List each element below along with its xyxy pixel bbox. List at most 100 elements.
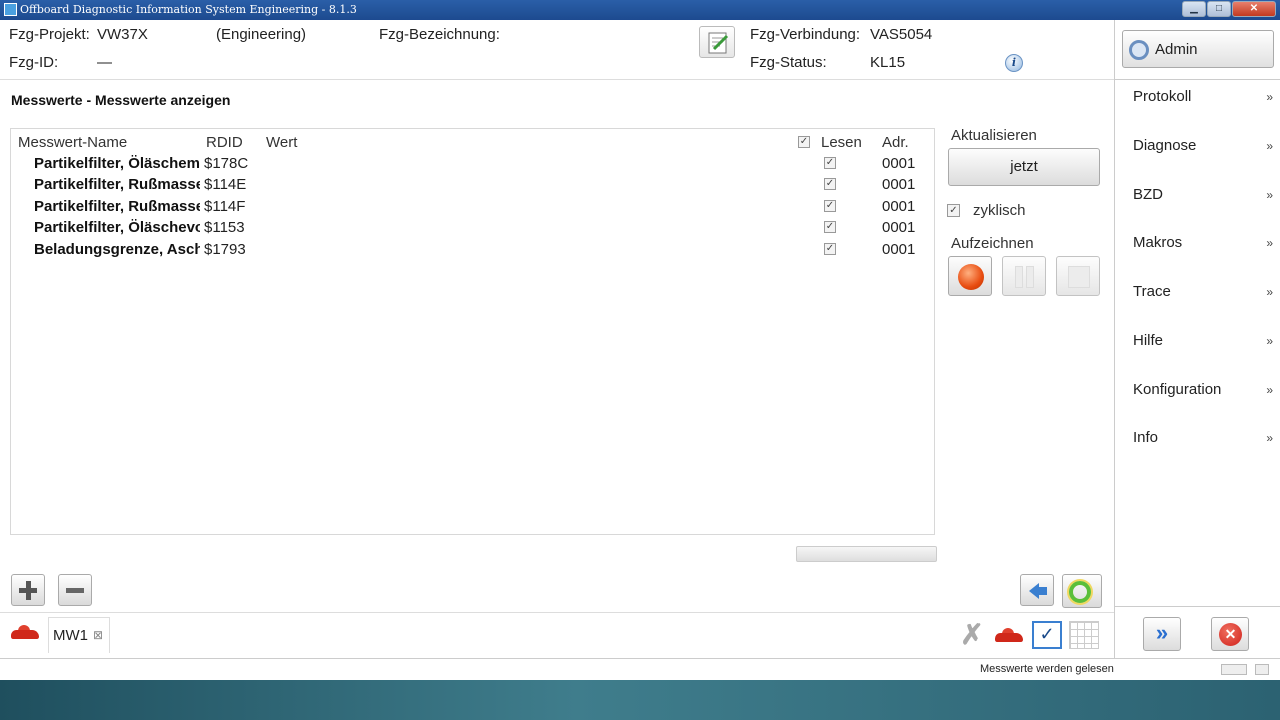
stop-icon bbox=[1068, 266, 1090, 288]
cancel-button[interactable]: ✕ bbox=[1211, 617, 1249, 651]
sidebar-actions: » ✕ bbox=[1115, 606, 1280, 658]
row-lesen-checkbox[interactable]: ✓ bbox=[824, 221, 836, 233]
table-row[interactable]: Partikelfilter, Öläschevolumen $1153 ✓ 0… bbox=[11, 217, 934, 238]
horizontal-scrollbar[interactable] bbox=[796, 546, 937, 562]
col-header-name[interactable]: Messwert-Name bbox=[18, 134, 127, 151]
add-measurement-button[interactable] bbox=[11, 574, 45, 606]
sidebar-item-diagnose[interactable]: Diagnose » bbox=[1133, 137, 1273, 154]
table-row[interactable]: Partikelfilter, Rußmasse gemessen $114F … bbox=[11, 196, 934, 217]
chevron-down-icon: » bbox=[1266, 334, 1273, 348]
row-rdid: $114F bbox=[204, 198, 246, 215]
zyklisch-checkbox[interactable]: ✓ bbox=[947, 204, 960, 217]
edit-note-icon bbox=[708, 32, 729, 54]
row-name: Partikelfilter, Öläschemasse bbox=[34, 155, 200, 172]
grid-icon[interactable] bbox=[1069, 621, 1099, 649]
pause-button[interactable] bbox=[1002, 256, 1046, 296]
row-adr: 0001 bbox=[882, 241, 916, 258]
tab-bar: MW1 ⊠ ✗ ✓ bbox=[0, 612, 1114, 658]
refresh-now-button[interactable]: jetzt bbox=[948, 148, 1100, 186]
sidebar-divider bbox=[1115, 79, 1280, 80]
chevron-down-icon: » bbox=[1266, 236, 1273, 250]
close-icon: ✕ bbox=[1219, 623, 1242, 646]
row-rdid: $1793 bbox=[204, 241, 246, 258]
maximize-button[interactable]: □ bbox=[1207, 1, 1231, 17]
pause-icon-bar bbox=[1026, 266, 1034, 288]
chevron-down-icon: » bbox=[1266, 90, 1273, 104]
sidebar-item-hilfe[interactable]: Hilfe » bbox=[1133, 332, 1273, 349]
chevron-down-icon: » bbox=[1266, 285, 1273, 299]
minus-icon bbox=[66, 588, 84, 593]
row-lesen-checkbox[interactable]: ✓ bbox=[824, 157, 836, 169]
sidebar-item-label: Makros bbox=[1133, 234, 1183, 251]
row-lesen-checkbox[interactable]: ✓ bbox=[824, 178, 836, 190]
row-adr: 0001 bbox=[882, 198, 916, 215]
desktop-background bbox=[0, 680, 1280, 720]
chevron-down-icon: » bbox=[1266, 431, 1273, 445]
tab-close-icon[interactable]: ⊠ bbox=[93, 628, 103, 642]
admin-button[interactable]: Admin bbox=[1122, 30, 1274, 68]
projekt-mode: (Engineering) bbox=[216, 26, 307, 43]
measurement-table: Messwert-Name RDID Wert ✓ Lesen Adr. Par… bbox=[10, 128, 935, 535]
verbindung-label: Fzg-Verbindung: bbox=[750, 26, 861, 43]
sidebar-item-bzd[interactable]: BZD » bbox=[1133, 186, 1273, 203]
edit-note-button[interactable] bbox=[699, 26, 735, 58]
cycle-button[interactable] bbox=[1062, 574, 1102, 608]
remove-measurement-button[interactable] bbox=[58, 574, 92, 606]
col-header-adr[interactable]: Adr. bbox=[882, 134, 909, 151]
tab-mw1[interactable]: MW1 ⊠ bbox=[48, 617, 110, 653]
minimize-button[interactable]: ▁ bbox=[1182, 1, 1206, 17]
back-arrow-tail bbox=[1038, 587, 1047, 595]
row-name: Partikelfilter, Rußmasse berechnet bbox=[34, 176, 200, 193]
vehicle-icon bbox=[11, 625, 39, 639]
col-header-lesen[interactable]: Lesen bbox=[821, 134, 862, 151]
sidebar: Admin Protokoll » Diagnose » BZD » Makro… bbox=[1114, 20, 1280, 658]
row-name: Beladungsgrenze, Asche bbox=[34, 241, 200, 258]
row-rdid: $178C bbox=[204, 155, 249, 172]
status-bar: Messwerte werden gelesen bbox=[0, 658, 1280, 680]
sidebar-item-konfiguration[interactable]: Konfiguration » bbox=[1133, 381, 1273, 398]
gear-icon bbox=[1129, 40, 1149, 60]
row-adr: 0001 bbox=[882, 155, 916, 172]
sidebar-item-info[interactable]: Info » bbox=[1133, 429, 1273, 446]
projekt-value: VW37X bbox=[97, 26, 148, 43]
col-header-wert[interactable]: Wert bbox=[266, 134, 297, 151]
sidebar-item-protokoll[interactable]: Protokoll » bbox=[1133, 88, 1273, 105]
app-icon bbox=[4, 3, 17, 16]
vehicle-action-icon[interactable] bbox=[995, 628, 1023, 642]
row-adr: 0001 bbox=[882, 219, 916, 236]
status-label: Fzg-Status: bbox=[750, 54, 827, 71]
select-all-checkbox[interactable]: ✓ bbox=[798, 136, 810, 148]
row-name: Partikelfilter, Öläschevolumen bbox=[34, 219, 200, 236]
window-titlebar: Offboard Diagnostic Information System E… bbox=[0, 0, 1280, 20]
stop-button[interactable] bbox=[1056, 256, 1100, 296]
delete-x-icon[interactable]: ✗ bbox=[957, 621, 987, 649]
status-box bbox=[1221, 664, 1247, 675]
close-window-button[interactable]: ✕ bbox=[1232, 1, 1276, 17]
resize-grip[interactable] bbox=[1255, 664, 1269, 675]
row-lesen-checkbox[interactable]: ✓ bbox=[824, 200, 836, 212]
info-icon[interactable]: i bbox=[1005, 54, 1023, 72]
table-row[interactable]: Partikelfilter, Öläschemasse $178C ✓ 000… bbox=[11, 153, 934, 174]
row-lesen-checkbox[interactable]: ✓ bbox=[824, 243, 836, 255]
aufzeichnen-label: Aufzeichnen bbox=[951, 235, 1034, 252]
table-row[interactable]: Partikelfilter, Rußmasse berechnet $114E… bbox=[11, 174, 934, 195]
record-icon bbox=[958, 264, 984, 290]
sidebar-item-label: Trace bbox=[1133, 283, 1171, 300]
checklist-icon[interactable]: ✓ bbox=[1032, 621, 1062, 649]
sidebar-item-label: Hilfe bbox=[1133, 332, 1164, 349]
forward-button[interactable]: » bbox=[1143, 617, 1181, 651]
fzg-id-value: — bbox=[97, 54, 112, 71]
col-header-rdid[interactable]: RDID bbox=[206, 134, 243, 151]
tab-label: MW1 bbox=[53, 627, 88, 644]
chevron-down-icon: » bbox=[1266, 139, 1273, 153]
projekt-label: Fzg-Projekt: bbox=[9, 26, 90, 43]
table-row[interactable]: Beladungsgrenze, Asche $1793 ✓ 0001 bbox=[11, 239, 934, 260]
sidebar-item-label: Protokoll bbox=[1133, 88, 1192, 105]
record-button[interactable] bbox=[948, 256, 992, 296]
pause-icon bbox=[1015, 266, 1023, 288]
sidebar-item-makros[interactable]: Makros » bbox=[1133, 234, 1273, 251]
sidebar-item-trace[interactable]: Trace » bbox=[1133, 283, 1273, 300]
back-button[interactable] bbox=[1020, 574, 1054, 606]
bezeichnung-label: Fzg-Bezeichnung: bbox=[379, 26, 500, 43]
page-title: Messwerte - Messwerte anzeigen bbox=[11, 92, 231, 108]
